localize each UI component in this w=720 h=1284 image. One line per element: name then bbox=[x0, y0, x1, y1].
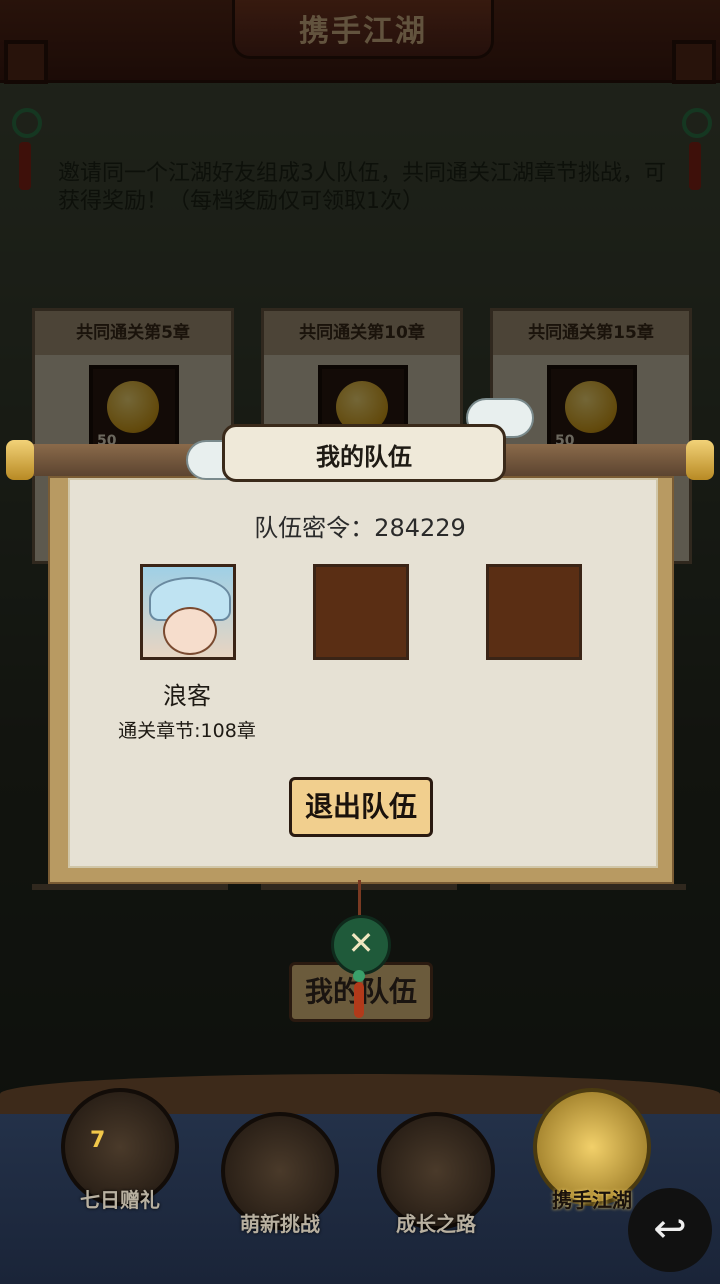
page-title: 携手江湖 bbox=[299, 14, 427, 49]
back-button[interactable]: ↩ bbox=[628, 1188, 712, 1272]
intro-text: 邀请同一个江湖好友组成3人队伍，共同通关江湖章节挑战，可获得奖励！（每档奖励仅可… bbox=[58, 161, 666, 214]
scroll-cap-right bbox=[686, 440, 714, 480]
nav-label: 成长之路 bbox=[396, 1212, 476, 1236]
title-bar: 携手江湖 bbox=[0, 0, 720, 84]
exit-team-button[interactable]: 退出队伍 bbox=[289, 777, 433, 837]
jade-bead-icon bbox=[353, 970, 365, 982]
chapter-card-label: 共同通关第15章 bbox=[493, 311, 689, 355]
gourd-reward-icon: 50 bbox=[547, 365, 637, 455]
scroll-cap-left bbox=[6, 440, 34, 480]
close-button[interactable]: ✕ bbox=[331, 915, 391, 975]
jade-tassel-right-icon bbox=[682, 108, 712, 190]
jade-tassel-left-icon bbox=[12, 108, 42, 190]
card-edge bbox=[32, 884, 228, 890]
member-slot-2-empty[interactable] bbox=[313, 564, 409, 660]
member-slot-3-empty[interactable] bbox=[486, 564, 582, 660]
avatar bbox=[163, 607, 217, 655]
member-slot-1[interactable] bbox=[140, 564, 236, 660]
close-cord bbox=[358, 880, 361, 920]
close-icon: ✕ bbox=[347, 924, 375, 962]
back-arrow-icon: ↩ bbox=[653, 1206, 687, 1252]
corner-ornament-right bbox=[672, 40, 716, 84]
member-name: 浪客 bbox=[163, 682, 211, 710]
day-badge: 7 bbox=[90, 1128, 106, 1153]
nav-newbie-challenge[interactable]: 萌新挑战 bbox=[220, 1112, 340, 1237]
nav-seven-day-gift[interactable]: 7 七日赠礼 bbox=[60, 1088, 180, 1213]
title-plaque: 携手江湖 bbox=[232, 0, 494, 59]
modal-title-plate: 我的队伍 bbox=[222, 424, 506, 482]
team-password: 队伍密令：284229 bbox=[254, 514, 466, 542]
modal-title: 我的队伍 bbox=[316, 443, 412, 471]
chapter-card-label: 共同通关第10章 bbox=[264, 311, 460, 355]
tassel-icon bbox=[354, 982, 364, 1018]
member-chapter: 通关章节:108章 bbox=[118, 720, 256, 742]
card-edge bbox=[490, 884, 686, 890]
nav-together-jianghu[interactable]: 携手江湖 bbox=[532, 1088, 652, 1213]
chapter-card-label: 共同通关第5章 bbox=[35, 311, 231, 355]
gourd-reward-icon: 50 bbox=[89, 365, 179, 455]
nav-growth-road[interactable]: 成长之路 bbox=[376, 1112, 496, 1237]
corner-ornament-left bbox=[4, 40, 48, 84]
nav-label: 七日赠礼 bbox=[80, 1188, 160, 1212]
nav-label: 萌新挑战 bbox=[240, 1212, 320, 1236]
